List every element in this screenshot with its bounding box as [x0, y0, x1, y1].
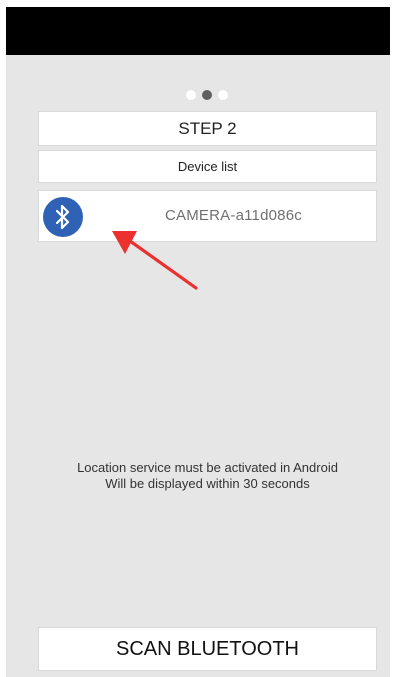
page-indicator: [186, 89, 228, 101]
app-screen: [6, 55, 390, 677]
device-list-header: Device list: [38, 150, 377, 183]
page-dot-1: [186, 90, 196, 100]
info-line-1: Location service must be activated in An…: [77, 460, 338, 475]
page-dot-3: [218, 90, 228, 100]
scan-bluetooth-label: SCAN BLUETOOTH: [116, 637, 299, 660]
bluetooth-icon: [43, 197, 83, 237]
info-line-2: Will be displayed within 30 seconds: [105, 476, 310, 491]
arrow-pointer-icon: [112, 231, 198, 290]
step-title: STEP 2: [178, 118, 237, 138]
status-bar: [6, 7, 390, 55]
device-list-title: Device list: [177, 159, 238, 174]
page-dot-2-active: [202, 90, 212, 100]
device-list-item[interactable]: CAMERA-a11d086c: [38, 190, 377, 242]
device-name: CAMERA-a11d086c: [165, 207, 302, 224]
info-message: Location service must be activated in An…: [38, 460, 377, 492]
step-title-card: STEP 2: [38, 111, 377, 146]
scan-bluetooth-button[interactable]: SCAN BLUETOOTH: [38, 627, 377, 671]
